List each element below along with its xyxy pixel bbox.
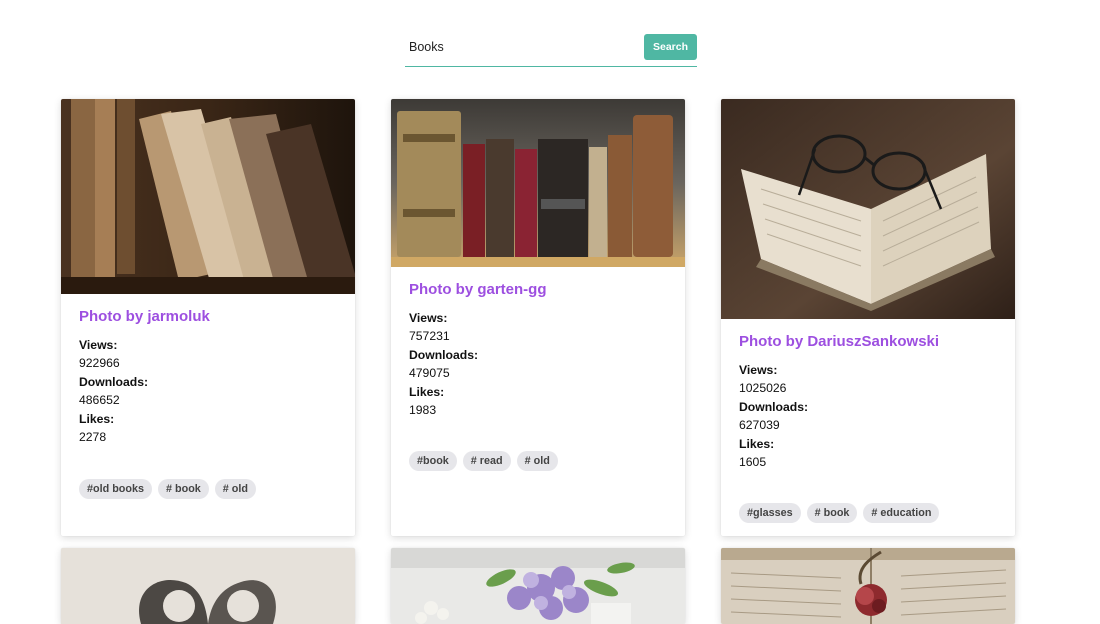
book-spines-image — [391, 99, 685, 267]
downloads-count: 486652 — [79, 393, 120, 408]
photo-image[interactable] — [721, 99, 1015, 319]
photo-card: Photo by DariuszSankowski Views: 1025026… — [721, 99, 1015, 536]
tag-chip[interactable]: # book — [806, 503, 858, 523]
open-book-glasses-image — [721, 99, 1015, 319]
downloads-label: Downloads: — [409, 347, 479, 362]
photo-card — [61, 548, 355, 624]
views-count: 757231 — [409, 329, 450, 344]
photo-card: Photo by garten-gg Views: 757231 Downloa… — [391, 99, 685, 536]
photo-card — [721, 548, 1015, 624]
tag-chip[interactable]: #glasses — [739, 503, 801, 523]
views-label: Views: — [739, 363, 778, 377]
photo-card — [391, 548, 685, 624]
dried-rose-book-image — [721, 548, 1015, 624]
tag-chip[interactable]: #old books — [79, 479, 152, 499]
likes-label: Likes: — [409, 384, 445, 399]
views-label: Views: — [79, 338, 118, 352]
downloads-count: 479075 — [409, 366, 450, 381]
photo-image[interactable] — [61, 99, 355, 294]
photographer-title[interactable]: Photo by garten-gg — [409, 281, 667, 299]
downloads-label: Downloads: — [79, 374, 149, 389]
photo-image[interactable] — [391, 548, 685, 624]
likes-count: 1605 — [739, 455, 767, 470]
likes-label: Likes: — [739, 436, 775, 451]
search-input[interactable] — [405, 34, 639, 60]
likes-count: 2278 — [79, 430, 107, 445]
tag-chip[interactable]: # read — [462, 451, 511, 471]
photo-image[interactable] — [61, 548, 355, 624]
search-button[interactable]: Search — [644, 34, 697, 60]
tag-chip[interactable]: # old — [214, 479, 256, 499]
tag-chip[interactable]: # book — [158, 479, 209, 499]
search-bar: Search — [405, 30, 697, 67]
tag-chip[interactable]: #book — [409, 451, 457, 471]
photographer-title[interactable]: Photo by jarmoluk — [79, 308, 337, 326]
views-label: Views: — [409, 311, 448, 325]
views-count: 1025026 — [739, 381, 787, 396]
tag-list: #old books # book # old — [79, 479, 262, 499]
downloads-label: Downloads: — [739, 399, 809, 414]
views-count: 922966 — [79, 356, 120, 371]
lilac-flowers-image — [391, 548, 685, 624]
tag-chip[interactable]: # old — [516, 451, 558, 471]
photographer-title[interactable]: Photo by DariuszSankowski — [739, 333, 997, 351]
downloads-count: 627039 — [739, 418, 780, 433]
tag-list: #book # read # old — [409, 451, 564, 471]
photo-card: Photo by jarmoluk Views: 922966 Download… — [61, 99, 355, 536]
photo-image[interactable] — [391, 99, 685, 267]
tag-list: #glasses # book # education — [739, 503, 945, 523]
old-books-image — [61, 99, 355, 294]
heart-pages-image — [61, 548, 355, 624]
photo-image[interactable] — [721, 548, 1015, 624]
likes-count: 1983 — [409, 403, 437, 418]
tag-chip[interactable]: # education — [863, 503, 940, 523]
likes-label: Likes: — [79, 411, 115, 426]
